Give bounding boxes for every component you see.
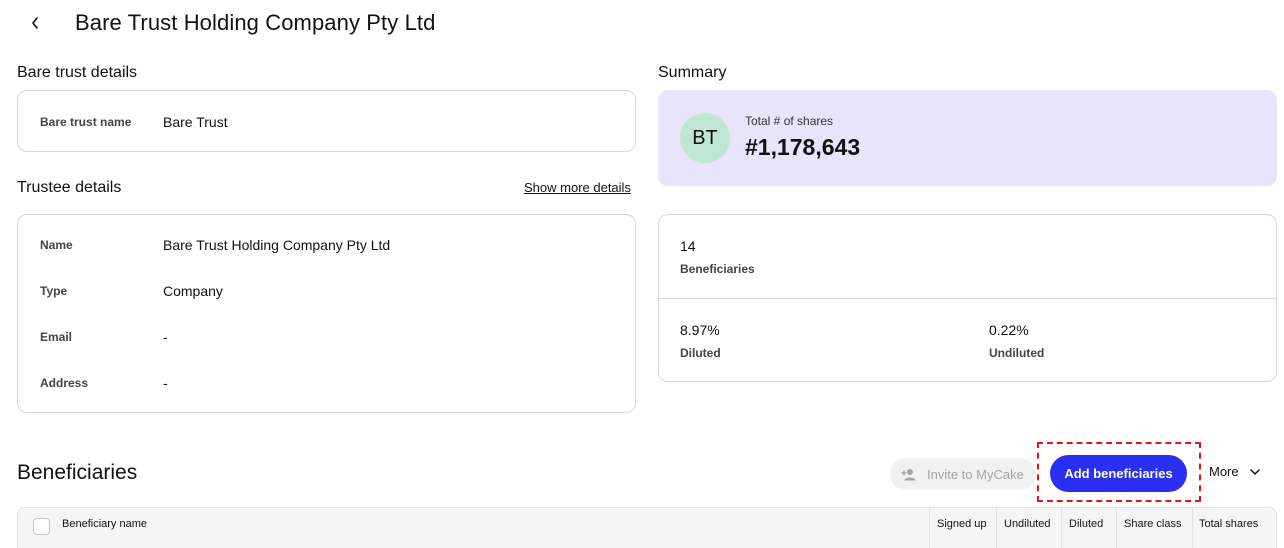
trustee-email-label: Email <box>40 330 73 344</box>
trustee-type-label: Type <box>40 284 68 298</box>
beneficiaries-label: Beneficiaries <box>680 262 755 276</box>
trustee-address-label: Address <box>40 376 89 390</box>
column-divider <box>1116 508 1117 548</box>
trustee-section-title: Trustee details <box>17 179 122 196</box>
beneficiaries-count: 14 <box>680 238 696 254</box>
column-divider <box>996 508 997 548</box>
back-button[interactable] <box>22 10 48 36</box>
undiluted-label: Undiluted <box>989 346 1045 360</box>
beneficiaries-table-header: Beneficiary name Signed up Undiluted Dil… <box>17 507 1277 548</box>
column-header-diluted[interactable]: Diluted <box>1069 518 1103 530</box>
column-divider <box>1192 508 1193 548</box>
undiluted-value: 0.22% <box>989 322 1029 338</box>
add-beneficiaries-button[interactable]: Add beneficiaries <box>1050 455 1187 492</box>
avatar: BT <box>680 113 730 163</box>
beneficiaries-title: Beneficiaries <box>17 461 138 484</box>
column-header-undiluted[interactable]: Undiluted <box>1004 518 1050 530</box>
more-dropdown[interactable]: More <box>1209 464 1261 479</box>
invite-to-mycake-button[interactable]: Invite to MyCake <box>890 458 1036 490</box>
total-shares-label: Total # of shares <box>745 114 834 128</box>
bare-trust-card: Bare trust name Bare Trust <box>17 90 636 152</box>
total-shares-value: #1,178,643 <box>745 134 861 160</box>
select-all-checkbox[interactable] <box>33 518 50 535</box>
bare-trust-section-title: Bare trust details <box>17 64 138 81</box>
bare-trust-name-label: Bare trust name <box>40 115 132 129</box>
show-more-details-link[interactable]: Show more details <box>524 180 631 195</box>
diluted-label: Diluted <box>680 346 721 360</box>
column-header-share-class[interactable]: Share class <box>1124 518 1181 530</box>
chevron-down-icon <box>1249 468 1260 475</box>
more-label: More <box>1209 464 1239 479</box>
invite-label: Invite to MyCake <box>927 466 1024 482</box>
column-header-beneficiary-name[interactable]: Beneficiary name <box>62 518 147 530</box>
summary-stats-card: 14 Beneficiaries 8.97% Diluted 0.22% Und… <box>658 214 1277 382</box>
column-header-total-shares[interactable]: Total shares <box>1199 518 1258 530</box>
trustee-name-label: Name <box>40 238 73 252</box>
trustee-type-value: Company <box>163 283 223 299</box>
column-divider <box>929 508 930 548</box>
trustee-name-value: Bare Trust Holding Company Pty Ltd <box>163 237 391 253</box>
trustee-email-value: - <box>163 329 168 345</box>
trustee-address-value: - <box>163 375 168 391</box>
summary-total-card: BT Total # of shares #1,178,643 <box>658 90 1277 186</box>
diluted-value: 8.97% <box>680 322 720 338</box>
chevron-left-icon <box>32 17 38 29</box>
page-title: Bare Trust Holding Company Pty Ltd <box>75 10 436 35</box>
add-person-icon <box>901 468 916 480</box>
column-header-signed-up[interactable]: Signed up <box>937 518 987 530</box>
column-divider <box>1061 508 1062 548</box>
page-header: Bare Trust Holding Company Pty Ltd <box>0 0 1284 48</box>
summary-section-title: Summary <box>658 64 727 81</box>
stats-divider <box>659 298 1276 299</box>
bare-trust-name-value: Bare Trust <box>163 114 228 130</box>
trustee-card: Name Bare Trust Holding Company Pty Ltd … <box>17 214 636 413</box>
